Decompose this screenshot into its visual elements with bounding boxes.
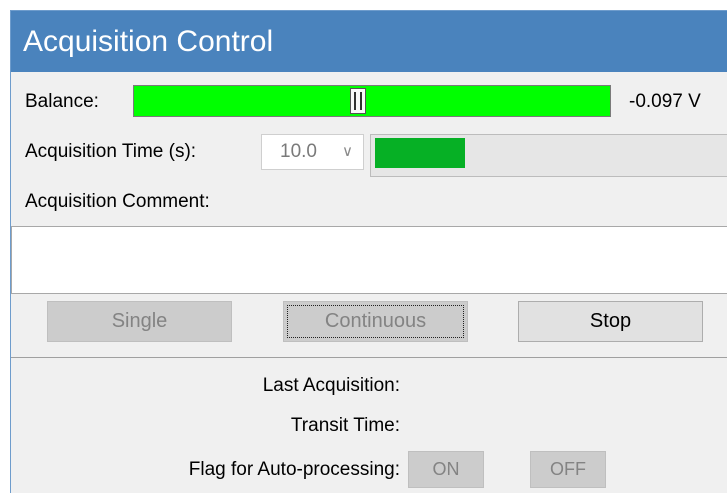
flag-off-button[interactable]: OFF <box>530 451 606 488</box>
acquisition-comment-label: Acquisition Comment: <box>25 191 210 212</box>
balance-slider[interactable] <box>133 85 611 117</box>
balance-value: -0.097 V <box>629 91 701 112</box>
continuous-button-label: Continuous <box>324 310 427 332</box>
acquisition-progress-fill <box>375 138 465 168</box>
flag-auto-processing-label: Flag for Auto-processing: <box>188 459 400 480</box>
chevron-down-icon[interactable]: ∨ <box>342 135 353 169</box>
divider <box>11 357 727 358</box>
flag-on-button[interactable]: ON <box>408 451 484 488</box>
last-acquisition-label: Last Acquisition: <box>262 375 400 396</box>
panel-title: Acquisition Control <box>11 11 727 72</box>
acquisition-control-panel: Acquisition Control Balance: -0.097 V Ac… <box>10 10 727 493</box>
acquisition-time-label: Acquisition Time (s): <box>25 141 197 162</box>
acquisition-comment-field[interactable] <box>11 226 727 294</box>
acquisition-time-select[interactable]: 10.0 ∨ <box>261 134 364 170</box>
continuous-button[interactable]: Continuous <box>283 301 468 342</box>
acquisition-progress-bar <box>370 134 727 177</box>
acquisition-time-value: 10.0 <box>280 141 317 162</box>
balance-label: Balance: <box>25 91 99 112</box>
balance-slider-thumb[interactable] <box>350 88 366 114</box>
transit-time-label: Transit Time: <box>290 415 400 436</box>
stop-button[interactable]: Stop <box>518 301 703 342</box>
single-button[interactable]: Single <box>47 301 232 342</box>
